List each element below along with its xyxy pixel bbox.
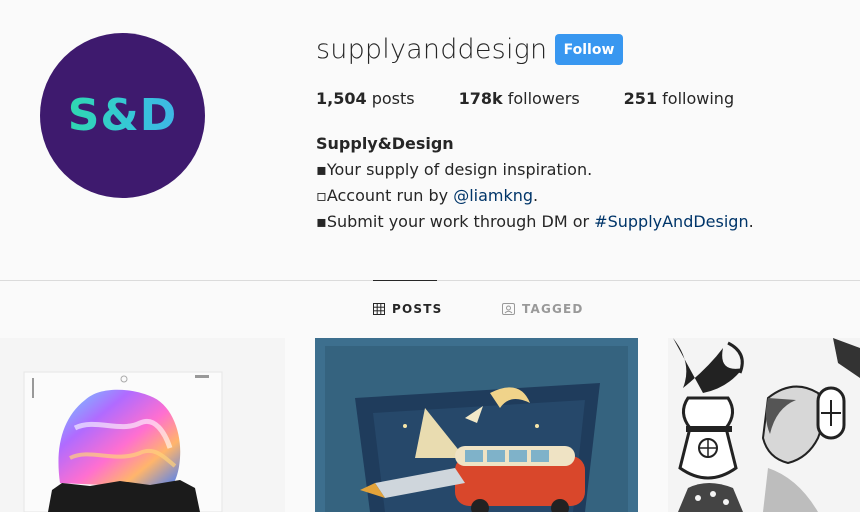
profile-username: supplyanddesign <box>316 34 548 65</box>
tab-tagged-label: TAGGED <box>522 302 584 316</box>
avatar-logo-text: S&D <box>67 90 178 141</box>
tab-tagged[interactable]: TAGGED <box>502 302 584 316</box>
active-tab-indicator <box>373 280 437 281</box>
posts-label: posts <box>366 89 415 108</box>
bio-line-2-suffix: . <box>533 186 539 205</box>
post-thumbnail[interactable] <box>315 338 638 512</box>
tab-posts[interactable]: POSTS <box>373 302 442 316</box>
followers-count: 178k <box>458 89 503 108</box>
tab-posts-label: POSTS <box>392 302 443 316</box>
posts-count: 1,504 <box>316 89 367 108</box>
following-stat[interactable]: 251 following <box>624 89 734 108</box>
profile-stats: 1,504 posts 178k followers 251 following <box>316 89 778 108</box>
bio-line-2: ▫Account run by @liamkng. <box>316 183 754 209</box>
bio-line-2-prefix: ▫Account run by <box>316 186 454 205</box>
post-1-image <box>0 338 285 512</box>
grid-icon <box>373 303 385 315</box>
hashtag-link[interactable]: #SupplyAndDesign <box>594 212 748 231</box>
profile-avatar[interactable]: S&D <box>40 33 205 198</box>
bio-line-3-prefix: ▪Submit your work through DM or <box>316 212 595 231</box>
post-3-image <box>668 338 860 512</box>
bio-line-3: ▪Submit your work through DM or #SupplyA… <box>316 209 754 235</box>
followers-label: followers <box>502 89 580 108</box>
following-label: following <box>657 89 735 108</box>
bio-line-1: ▪Your supply of design inspiration. <box>316 160 593 179</box>
following-count: 251 <box>623 89 658 108</box>
post-2-image <box>315 338 638 512</box>
followers-stat[interactable]: 178k followers <box>459 89 580 108</box>
tag-icon <box>502 303 515 315</box>
bio-line-3-suffix: . <box>748 212 754 231</box>
profile-bio: Supply&Design ▪Your supply of design ins… <box>316 131 754 235</box>
bio-display-name: Supply&Design <box>316 134 454 153</box>
mention-link[interactable]: @liamkng <box>453 186 533 205</box>
post-thumbnail[interactable] <box>668 338 860 512</box>
post-thumbnail[interactable] <box>0 338 285 512</box>
posts-stat: 1,504 posts <box>316 89 415 108</box>
follow-button[interactable]: Follow <box>555 34 623 65</box>
